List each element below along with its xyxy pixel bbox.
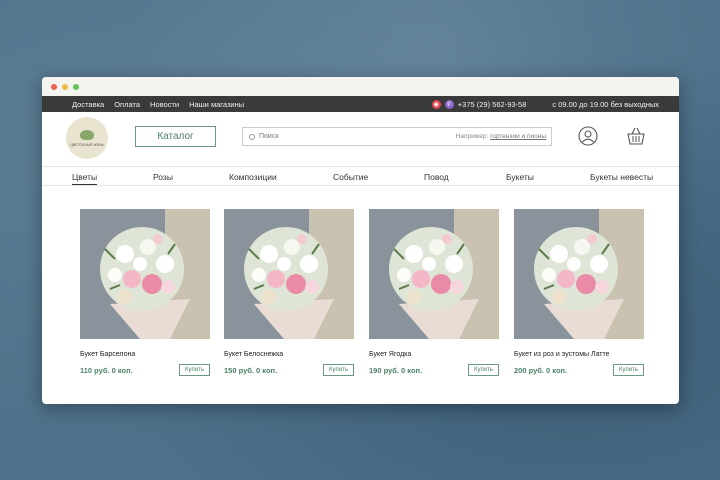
search-hint-prefix: Например:	[455, 133, 489, 140]
phone-number[interactable]: +375 (29) 562-93-58	[458, 100, 527, 109]
search-placeholder: Поиск	[259, 133, 279, 140]
search-icon	[249, 133, 255, 140]
product-name[interactable]: Букет из роз и эустомы Латте	[514, 351, 644, 358]
product-card[interactable]: Букет Белоснежка 150 руб. 0 коп. Купить	[224, 209, 354, 376]
product-name[interactable]: Букет Белоснежка	[224, 351, 354, 358]
product-name[interactable]: Букет Барселона	[80, 351, 210, 358]
product-price: 150 руб. 0 коп.	[224, 365, 278, 375]
minimize-dot[interactable]	[62, 83, 68, 90]
top-bar: Доставка Оплата Новости Наши магазины ◉ …	[42, 96, 679, 112]
working-hours: с 09.00 до 19.00 без выходных	[552, 99, 659, 109]
buy-button[interactable]: Купить	[468, 364, 499, 376]
browser-window: Доставка Оплата Новости Наши магазины ◉ …	[42, 77, 679, 404]
product-photo[interactable]	[224, 209, 354, 339]
product-price: 190 руб. 0 коп.	[369, 365, 423, 375]
instagram-icon[interactable]: ◉	[431, 99, 441, 109]
close-dot[interactable]	[51, 83, 57, 90]
search-hint: Например: гортензии и пионы	[456, 133, 546, 140]
site-logo[interactable]: ЦВЕТОЧНЫЙ ЖЕНЬ	[66, 117, 108, 159]
product-price-row: 190 руб. 0 коп. Купить	[369, 364, 499, 376]
product-price: 200 руб. 0 коп.	[514, 365, 568, 375]
product-card[interactable]: Букет Ягодка 190 руб. 0 коп. Купить	[369, 209, 499, 376]
cart-icon[interactable]	[625, 125, 647, 147]
catalog-button[interactable]: Каталог	[135, 126, 216, 147]
logo-leaf-icon	[80, 129, 94, 140]
product-price-row: 150 руб. 0 коп. Купить	[224, 364, 354, 376]
buy-button[interactable]: Купить	[179, 364, 210, 376]
product-price-row: 110 руб. 0 коп. Купить	[80, 364, 210, 376]
search-hint-example[interactable]: гортензии и пионы	[490, 133, 546, 140]
search-input[interactable]: Поиск Например: гортензии и пионы	[242, 127, 552, 146]
logo-text: ЦВЕТОЧНЫЙ ЖЕНЬ	[70, 142, 104, 147]
top-nav-news[interactable]: Новости	[150, 100, 179, 109]
top-nav-payment[interactable]: Оплата	[114, 100, 140, 109]
top-nav-delivery[interactable]: Доставка	[72, 100, 104, 109]
contacts: ◉ ✆ +375 (29) 562-93-58 с 09.00 до 19.00…	[431, 99, 659, 109]
category-event[interactable]: Событие	[333, 172, 368, 182]
category-bridal[interactable]: Букеты невесты	[590, 172, 653, 182]
maximize-dot[interactable]	[73, 83, 79, 90]
product-photo[interactable]	[369, 209, 499, 339]
category-compositions[interactable]: Композиции	[229, 172, 277, 182]
category-occasion[interactable]: Повод	[424, 172, 449, 182]
site-header: ЦВЕТОЧНЫЙ ЖЕНЬ Каталог Поиск Например: г…	[42, 112, 679, 166]
product-photo[interactable]	[514, 209, 644, 339]
user-icon[interactable]	[578, 126, 598, 146]
window-titlebar	[42, 77, 679, 96]
category-roses[interactable]: Розы	[153, 172, 173, 182]
product-price: 110 руб. 0 коп.	[80, 365, 133, 375]
buy-button[interactable]: Купить	[613, 364, 644, 376]
product-card[interactable]: Букет из роз и эустомы Латте 200 руб. 0 …	[514, 209, 644, 376]
product-card[interactable]: Букет Барселона 110 руб. 0 коп. Купить	[80, 209, 210, 376]
product-price-row: 200 руб. 0 коп. Купить	[514, 364, 644, 376]
top-nav-stores[interactable]: Наши магазины	[189, 100, 244, 109]
top-nav: Доставка Оплата Новости Наши магазины	[72, 100, 244, 109]
product-name[interactable]: Букет Ягодка	[369, 351, 499, 358]
category-bouquets[interactable]: Букеты	[506, 172, 534, 182]
category-nav: Цветы Розы Композиции Событие Повод Буке…	[42, 166, 679, 186]
product-photo[interactable]	[80, 209, 210, 339]
category-flowers[interactable]: Цветы	[72, 172, 98, 185]
buy-button[interactable]: Купить	[323, 364, 354, 376]
viber-icon[interactable]: ✆	[444, 99, 454, 109]
